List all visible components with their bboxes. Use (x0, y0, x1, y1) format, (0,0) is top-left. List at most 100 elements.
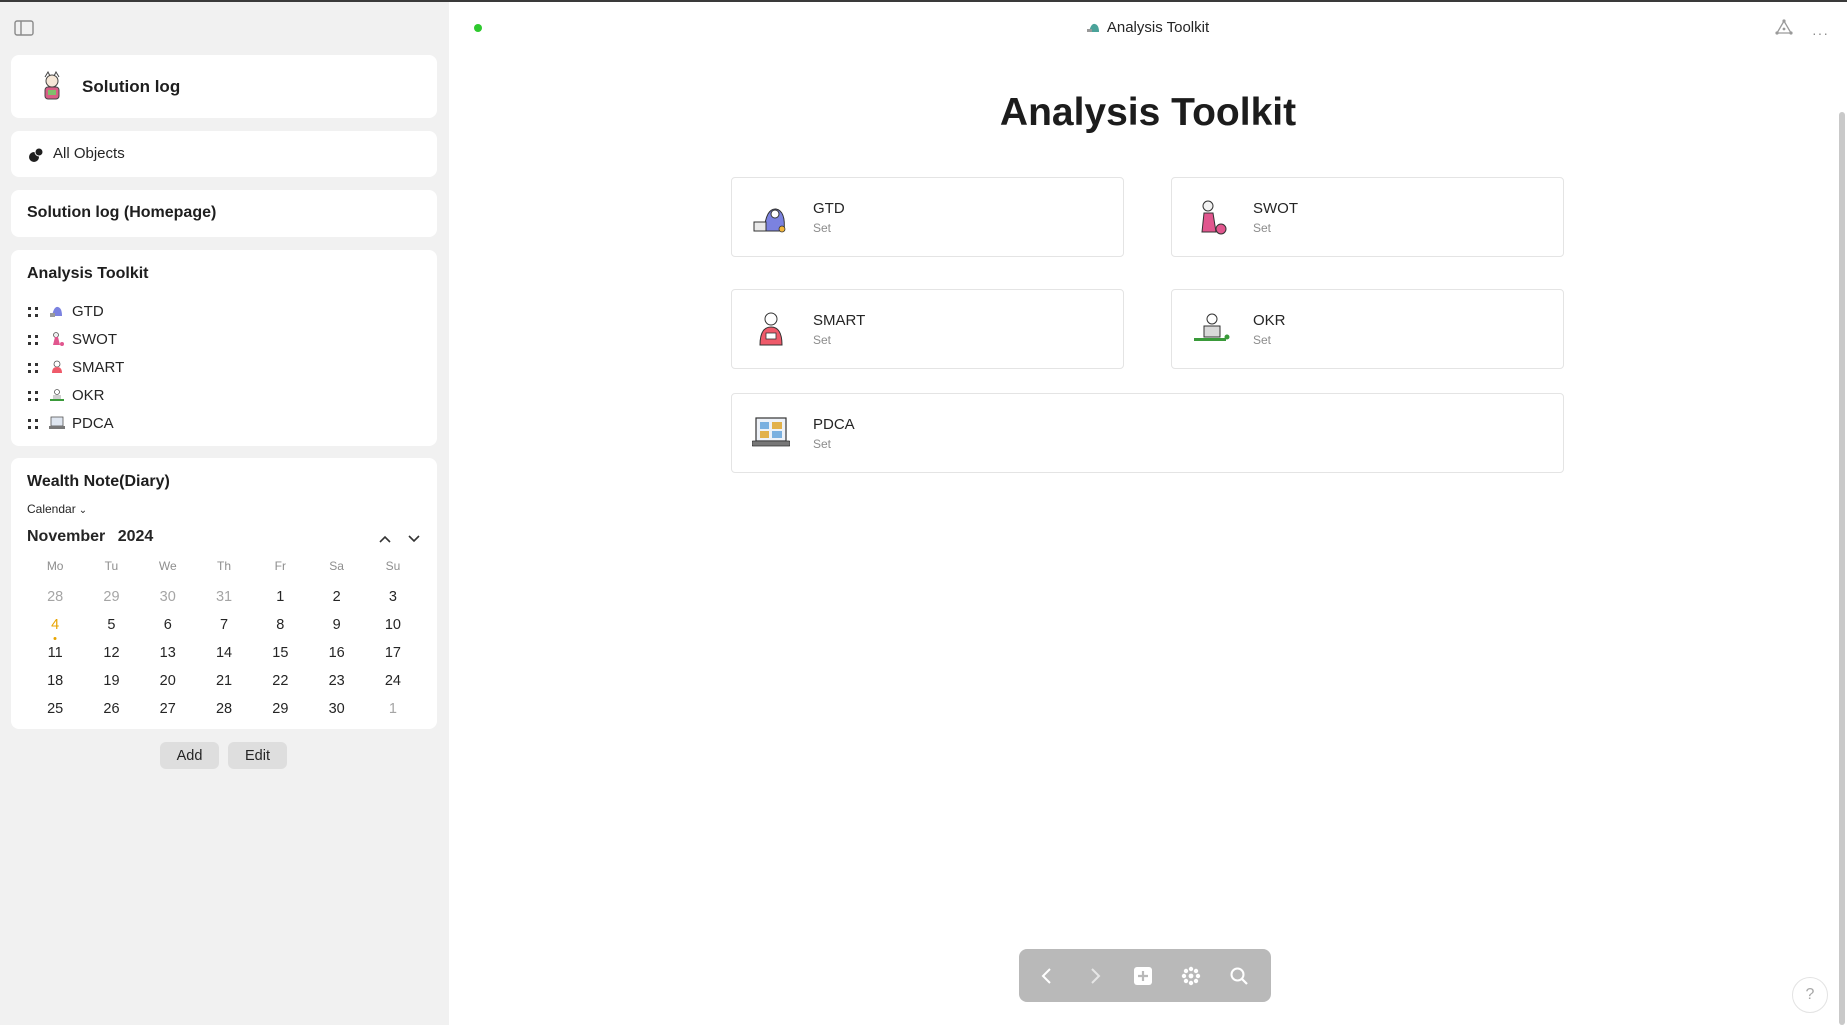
calendar-day[interactable]: 20 (140, 670, 196, 698)
calendar-day[interactable]: 29 (83, 586, 139, 614)
weekday-header-row: Mo Tu We Th Fr Sa Su (27, 558, 421, 586)
calendar-day[interactable]: 31 (196, 586, 252, 614)
diary-widget-title[interactable]: Wealth Note(Diary) (27, 473, 170, 491)
calendar-week-row: 4 5 6 7 8 9 10 (27, 614, 421, 642)
sidebar: Solution log All Objects Solution log (H… (0, 2, 449, 1025)
calendar-day[interactable]: 1 (252, 586, 308, 614)
calendar-year: 2024 (117, 528, 154, 545)
calendar-day[interactable]: 10 (365, 614, 421, 642)
view-selector-label: Calendar (27, 502, 76, 516)
calendar-day[interactable]: 16 (308, 642, 364, 670)
weekday-label: Mo (46, 559, 64, 573)
calendar-day[interactable]: 27 (140, 698, 196, 726)
header-title-wrap[interactable]: Analysis Toolkit (449, 19, 1847, 36)
diary-widget: Wealth Note(Diary) Calendar ⌄ November 20… (11, 458, 437, 729)
sidebar-item-label: GTD (72, 303, 104, 320)
all-objects-widget[interactable]: All Objects (11, 131, 437, 177)
space-widget[interactable]: Solution log (11, 55, 437, 118)
weekday-label: Tu (104, 559, 119, 573)
calendar-day[interactable]: 21 (196, 670, 252, 698)
drag-handle-icon[interactable] (27, 418, 39, 430)
sidebar-item-label: PDCA (72, 415, 114, 432)
sidebar-item-label: SWOT (72, 331, 117, 348)
set-card-okr[interactable]: OKR Set (1171, 289, 1564, 369)
back-icon[interactable] (1034, 963, 1060, 989)
swot-illustration-icon (1201, 200, 1227, 235)
drag-handle-icon[interactable] (27, 390, 39, 402)
calendar-day[interactable]: 9 (308, 614, 364, 642)
sidebar-item-okr[interactable]: OKR (27, 384, 407, 408)
calendar-day[interactable]: 25 (27, 698, 83, 726)
homepage-widget[interactable]: Solution log (Homepage) (11, 190, 437, 237)
calendar-day[interactable]: 2 (308, 586, 364, 614)
library-icon[interactable] (1178, 963, 1204, 989)
card-title: GTD (813, 200, 845, 217)
card-title: SMART (813, 312, 866, 329)
forward-icon[interactable] (1082, 963, 1108, 989)
calendar-day[interactable]: 12 (83, 642, 139, 670)
sidebar-item-label: SMART (72, 359, 125, 376)
sidebar-item-gtd[interactable]: GTD (27, 300, 407, 324)
calendar-day[interactable]: 4 (27, 614, 83, 642)
calendar-day[interactable]: 11 (27, 642, 83, 670)
gtd-mini-icon (50, 306, 62, 317)
sidebar-item-swot[interactable]: SWOT (27, 328, 407, 352)
calendar-day[interactable]: 3 (365, 586, 421, 614)
calendar-day[interactable]: 14 (196, 642, 252, 670)
calendar-day[interactable]: 6 (140, 614, 196, 642)
calendar-day[interactable]: 19 (83, 670, 139, 698)
sidebar-item-pdca[interactable]: PDCA (27, 412, 407, 436)
calendar-day[interactable]: 28 (27, 586, 83, 614)
view-selector[interactable]: Calendar ⌄ (27, 502, 87, 516)
card-title: SWOT (1253, 200, 1298, 217)
calendar-day[interactable]: 5 (83, 614, 139, 642)
gtd-illustration-icon (753, 208, 786, 233)
okr-illustration-icon (1194, 313, 1230, 341)
help-button[interactable]: ? (1792, 977, 1828, 1013)
drag-handle-icon[interactable] (27, 362, 39, 374)
calendar-month: November (27, 528, 106, 545)
create-object-icon[interactable] (1130, 963, 1156, 989)
calendar-day[interactable]: 15 (252, 642, 308, 670)
calendar-week-row: 28 29 30 31 1 2 3 (27, 586, 421, 614)
set-card-gtd[interactable]: GTD Set (731, 177, 1124, 257)
drag-handle-icon[interactable] (27, 306, 39, 318)
set-card-pdca[interactable]: PDCA Set (731, 393, 1564, 473)
homepage-link[interactable]: Solution log (Homepage) (27, 204, 216, 222)
calendar-day[interactable]: 24 (365, 670, 421, 698)
calendar-day[interactable]: 26 (83, 698, 139, 726)
calendar-day[interactable]: 8 (252, 614, 308, 642)
calendar-grid: Mo Tu We Th Fr Sa Su 28 29 30 31 1 2 3 4 5 6 7 8 9 10 11 12 13 1… (27, 558, 421, 726)
calendar-day[interactable]: 23 (308, 670, 364, 698)
calendar-day[interactable]: 30 (140, 586, 196, 614)
scrollbar[interactable] (1839, 112, 1845, 1025)
sidebar-item-label: OKR (72, 387, 105, 404)
calendar-day[interactable]: 29 (252, 698, 308, 726)
edit-button[interactable]: Edit (228, 742, 287, 769)
calendar-day[interactable]: 30 (308, 698, 364, 726)
calendar-day[interactable]: 7 (196, 614, 252, 642)
card-type: Set (813, 437, 832, 451)
calendar-day[interactable]: 22 (252, 670, 308, 698)
sidebar-toggle-icon[interactable] (14, 20, 34, 36)
calendar-day[interactable]: 1 (365, 698, 421, 726)
header-title: Analysis Toolkit (1106, 19, 1210, 36)
graph-icon[interactable] (1775, 19, 1793, 35)
search-icon[interactable] (1226, 963, 1252, 989)
calendar-day[interactable]: 17 (365, 642, 421, 670)
card-title: PDCA (813, 416, 855, 433)
set-card-smart[interactable]: SMART Set (731, 289, 1124, 369)
calendar-day[interactable]: 13 (140, 642, 196, 670)
toolkit-widget-title[interactable]: Analysis Toolkit (27, 265, 149, 283)
sidebar-item-smart[interactable]: SMART (27, 356, 407, 380)
set-card-swot[interactable]: SWOT Set (1171, 177, 1564, 257)
weekday-label: Th (217, 559, 232, 573)
drag-handle-icon[interactable] (27, 334, 39, 346)
add-button[interactable]: Add (160, 742, 219, 769)
previous-month-icon[interactable] (377, 532, 393, 546)
more-options-icon[interactable]: ··· (1812, 25, 1829, 41)
okr-mini-icon (50, 389, 64, 401)
calendar-day[interactable]: 28 (196, 698, 252, 726)
calendar-day[interactable]: 18 (27, 670, 83, 698)
next-month-icon[interactable] (406, 532, 422, 546)
